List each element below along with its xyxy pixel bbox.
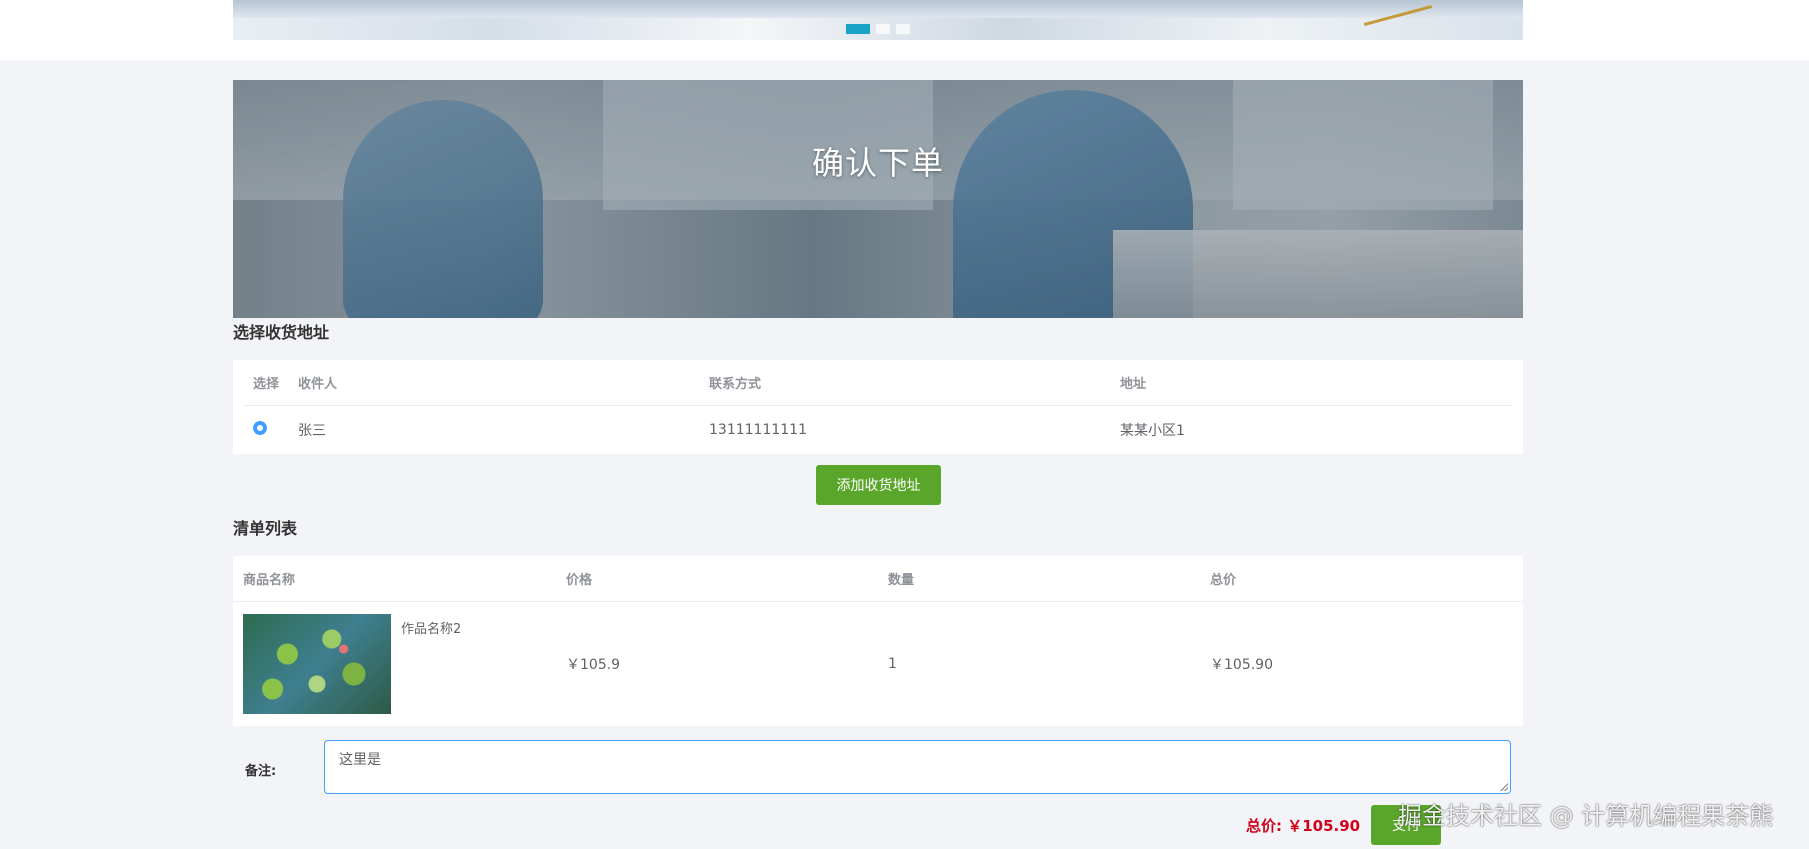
recipient-name: 张三 xyxy=(298,423,326,439)
column-header-recipient: 收件人 xyxy=(298,377,338,392)
address-radio[interactable] xyxy=(253,421,267,435)
product-quantity: 1 xyxy=(888,656,897,672)
column-header-quantity: 数量 xyxy=(888,573,915,588)
table-row[interactable]: 张三 13111111111 某某小区1 xyxy=(243,406,1513,454)
column-header-total: 总价 xyxy=(1210,573,1237,588)
product-price: ￥105.9 xyxy=(566,657,621,673)
order-list-table: 商品名称 价格 数量 总价 作品名称2 ￥105.9 1 ￥105.90 xyxy=(233,556,1523,726)
product-thumbnail[interactable] xyxy=(243,614,391,714)
table-row: 作品名称2 ￥105.9 1 ￥105.90 xyxy=(233,602,1523,726)
column-header-select: 选择 xyxy=(253,377,280,392)
page-title: 确认下单 xyxy=(811,144,944,182)
product-name: 作品名称2 xyxy=(401,622,462,637)
product-total: ￥105.90 xyxy=(1210,657,1273,673)
carousel-indicators xyxy=(846,24,910,34)
watermark-text: 掘金技术社区 @ 计算机编程果茶熊 xyxy=(1398,802,1774,830)
note-textarea[interactable]: 这里是 xyxy=(324,740,1511,794)
note-label: 备注: xyxy=(245,764,277,779)
hero-overlay xyxy=(233,80,1523,318)
address-section-title: 选择收货地址 xyxy=(233,323,330,342)
product-info: 作品名称2 xyxy=(243,614,566,714)
resize-handle-icon[interactable] xyxy=(1500,783,1508,791)
order-list-title: 清单列表 xyxy=(233,519,298,538)
carousel-dot-1[interactable] xyxy=(846,24,870,34)
address-table: 选择 收件人 联系方式 地址 张三 13111111111 某某小区1 xyxy=(233,360,1523,454)
column-header-contact: 联系方式 xyxy=(709,377,762,392)
carousel-dot-3[interactable] xyxy=(896,24,910,34)
column-header-price: 价格 xyxy=(566,573,593,588)
order-table-header: 商品名称 价格 数量 总价 xyxy=(233,556,1523,602)
hero-banner: 确认下单 xyxy=(233,80,1523,318)
total-price: 总价: ￥105.90 xyxy=(1246,817,1361,835)
address-select-cell xyxy=(243,421,298,439)
column-header-address: 地址 xyxy=(1120,377,1147,392)
column-header-product: 商品名称 xyxy=(243,573,296,588)
recipient-phone: 13111111111 xyxy=(709,422,807,438)
recipient-address: 某某小区1 xyxy=(1120,423,1185,439)
add-address-button[interactable]: 添加收货地址 xyxy=(816,465,941,505)
address-table-header: 选择 收件人 联系方式 地址 xyxy=(243,360,1513,406)
product-cell: 作品名称2 xyxy=(233,614,566,714)
carousel-banner[interactable] xyxy=(233,0,1523,40)
carousel-dot-2[interactable] xyxy=(876,24,890,34)
